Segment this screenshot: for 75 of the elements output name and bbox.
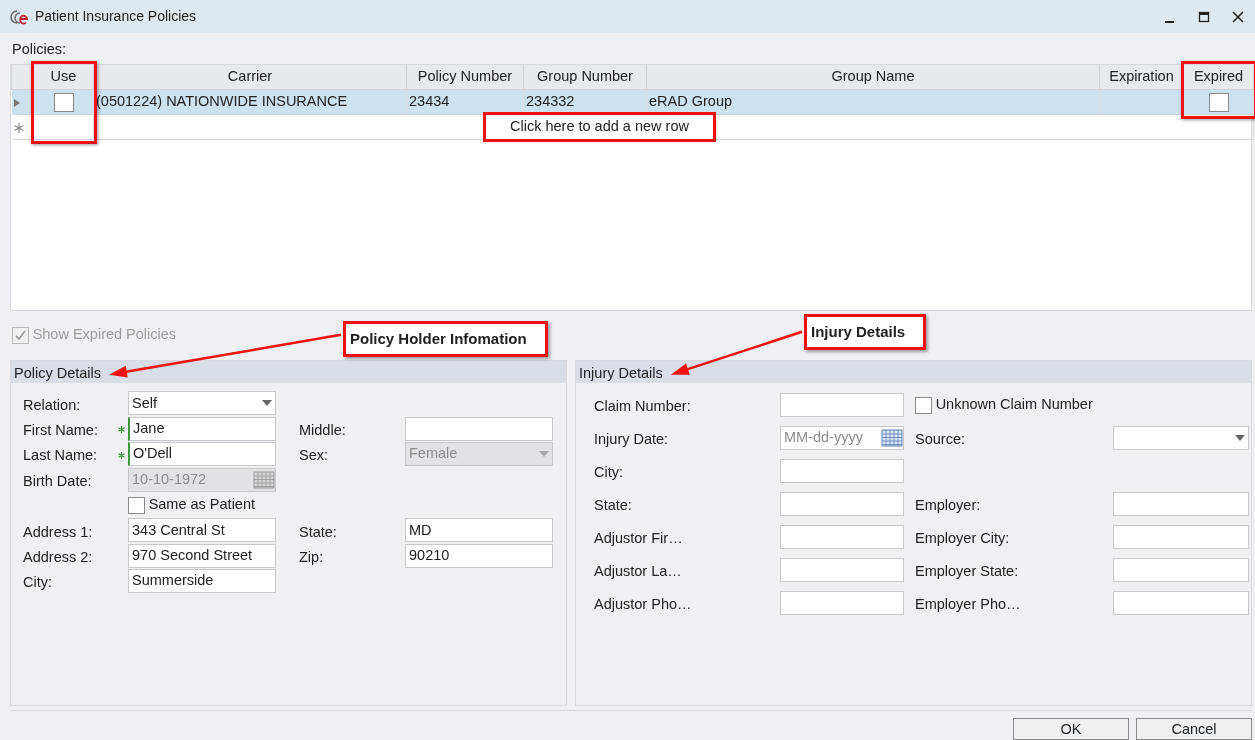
field-label: Employer: (915, 496, 982, 516)
field-label: Last Name: (23, 446, 99, 466)
field-label: Middle: (299, 420, 347, 440)
panel-title: Injury Details (579, 364, 663, 381)
field-label: State: (299, 522, 338, 542)
caret-icon (1235, 435, 1245, 442)
calendar-icon[interactable] (881, 428, 903, 449)
checkbox[interactable] (1208, 92, 1229, 112)
caret-icon (262, 400, 272, 407)
input-field[interactable] (405, 416, 553, 441)
field-label: Relation: (23, 395, 82, 415)
callout-label: Policy Holder Infomation (343, 320, 548, 358)
input-field[interactable]: 343 Central St (128, 518, 276, 543)
input-field[interactable] (780, 558, 904, 583)
field-label: Adjustor Pho… (594, 595, 693, 615)
input-field[interactable]: 90210 (405, 543, 553, 568)
cancel-button[interactable]: Cancel (1136, 717, 1252, 740)
field-label: Employer City: (915, 529, 1011, 549)
input-field[interactable]: Summerside (128, 569, 276, 594)
field-label: Address 2: (23, 547, 94, 567)
table-cell: (0501224) NATIONWIDE INSURANCE (96, 93, 348, 110)
field-label: Adjustor La… (594, 562, 683, 582)
column-header[interactable]: Expiration (1099, 64, 1184, 90)
panel-title: Policy Details (14, 364, 102, 381)
ok-button[interactable]: OK (1013, 717, 1129, 740)
field-label: Employer State: (915, 562, 1020, 582)
column-header[interactable]: Use (33, 64, 94, 90)
field-label: Claim Number: (594, 397, 692, 417)
column-header[interactable]: Group Number (523, 64, 647, 90)
field-label: City: (23, 573, 53, 593)
field-label: Source: (915, 430, 966, 450)
field-label: Birth Date: (23, 471, 93, 491)
new-row-icon (13, 122, 24, 133)
input-field[interactable]: Jane (128, 416, 276, 441)
field-label: Employer Pho… (915, 595, 1022, 615)
caret-icon (539, 451, 549, 458)
table-cell: 23434 (409, 93, 450, 110)
date-field[interactable]: MM-dd-yyyy (780, 426, 904, 451)
input-field[interactable] (780, 393, 904, 418)
table-cell: 234332 (526, 93, 575, 110)
field-label: State: (594, 496, 633, 516)
field-label: Address 1: (23, 522, 94, 542)
field-label: Sex: (299, 446, 329, 466)
checkbox-label[interactable]: Unknown Claim Number (935, 394, 1093, 417)
column-header[interactable]: Policy Number (406, 64, 524, 90)
field-label: First Name: (23, 420, 99, 440)
section-label: Policies: (12, 41, 66, 57)
dropdown[interactable] (1113, 426, 1249, 451)
new-row-hint[interactable]: Click here to add a new row (486, 115, 713, 140)
dropdown[interactable]: Self (128, 391, 276, 416)
input-field[interactable] (780, 492, 904, 517)
checkbox-label[interactable]: Same as Patient (148, 494, 256, 516)
field-label: Adjustor Fir… (594, 529, 684, 549)
input-field[interactable] (1113, 591, 1249, 616)
field-label: Zip: (299, 547, 325, 567)
input-field[interactable] (780, 525, 904, 550)
input-field[interactable] (1113, 525, 1249, 550)
input-field[interactable] (780, 591, 904, 616)
window-title: Patient Insurance Policies (35, 7, 197, 26)
input-field[interactable]: MD (405, 518, 553, 543)
input-field[interactable]: 970 Second Street (128, 543, 276, 568)
input-field[interactable] (1113, 558, 1249, 583)
checkbox[interactable] (915, 396, 932, 414)
field-label: City: (594, 463, 624, 483)
table-cell: eRAD Group (649, 93, 732, 110)
checkbox[interactable] (128, 496, 145, 514)
callout-label: Injury Details (804, 313, 927, 351)
app-logo-icon (9, 8, 29, 25)
field-label: Injury Date: (594, 430, 670, 450)
column-header[interactable]: Group Name (646, 64, 1100, 90)
input-field[interactable]: O'Dell (128, 442, 276, 467)
input-field[interactable] (780, 459, 904, 484)
column-header[interactable]: Expired (1183, 64, 1254, 90)
checkbox[interactable] (53, 92, 74, 112)
input-field[interactable] (1113, 492, 1249, 517)
